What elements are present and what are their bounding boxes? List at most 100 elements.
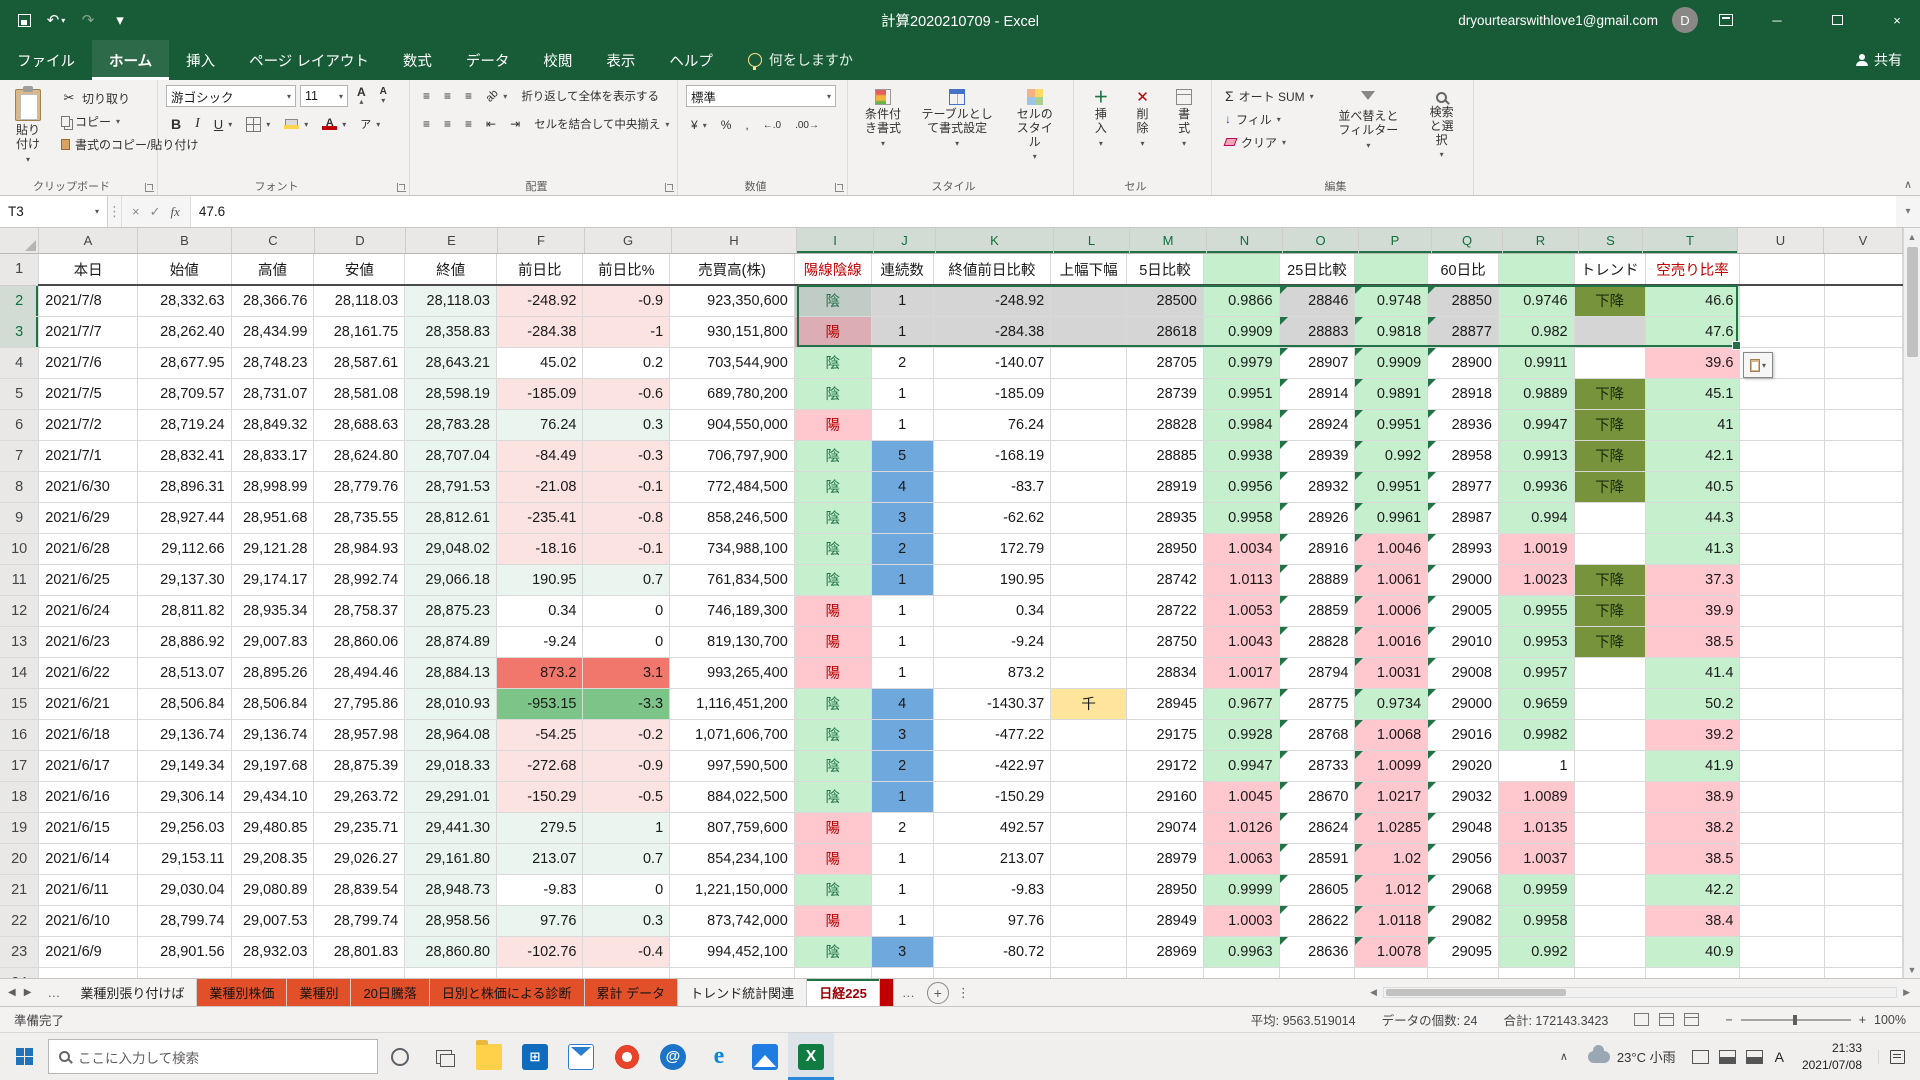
cell-N20[interactable]: 1.0063 [1203, 843, 1279, 874]
cell-L3[interactable] [1051, 316, 1127, 347]
cell-C7[interactable]: 28,833.17 [231, 440, 314, 471]
format-cells-button[interactable]: 書式 ▾ [1165, 85, 1203, 153]
cell-H18[interactable]: 884,022,500 [670, 781, 795, 812]
cell-E18[interactable]: 29,291.01 [405, 781, 497, 812]
cell-T17[interactable]: 41.9 [1645, 750, 1740, 781]
row-header-8[interactable]: 8 [0, 471, 39, 502]
cell-T3[interactable]: 47.6 [1645, 316, 1740, 347]
cell-I15[interactable]: 陰 [794, 688, 871, 719]
cell-M3[interactable]: 28618 [1127, 316, 1204, 347]
cell-I17[interactable]: 陰 [794, 750, 871, 781]
cell-Q11[interactable]: 29000 [1428, 564, 1499, 595]
row-header-22[interactable]: 22 [0, 905, 39, 936]
cell-G9[interactable]: -0.8 [583, 502, 670, 533]
cell-C22[interactable]: 29,007.53 [231, 905, 314, 936]
column-header-T[interactable]: T [1643, 228, 1738, 253]
row-header-13[interactable]: 13 [0, 626, 39, 657]
cell-G10[interactable]: -0.1 [583, 533, 670, 564]
cell-K14[interactable]: 873.2 [933, 657, 1051, 688]
cell-P15[interactable]: 0.9734 [1355, 688, 1428, 719]
cell-R19[interactable]: 1.0135 [1498, 812, 1574, 843]
cell-D4[interactable]: 28,587.61 [314, 347, 405, 378]
cell-C20[interactable]: 29,208.35 [231, 843, 314, 874]
taskbar-search-box[interactable]: ここに入力して検索 [48, 1039, 378, 1074]
cell-B21[interactable]: 29,030.04 [137, 874, 231, 905]
cell-H5[interactable]: 689,780,200 [670, 378, 795, 409]
phonetic-guide-button[interactable]: ア ▾ [355, 113, 385, 135]
cell-N4[interactable]: 0.9979 [1203, 347, 1279, 378]
taskbar-photos-icon[interactable] [742, 1033, 788, 1080]
cell-B12[interactable]: 28,811.82 [137, 595, 231, 626]
cell-H3[interactable]: 930,151,800 [670, 316, 795, 347]
cell-B6[interactable]: 28,719.24 [137, 409, 231, 440]
cell-T18[interactable]: 38.9 [1645, 781, 1740, 812]
row-header-7[interactable]: 7 [0, 440, 39, 471]
cell-B24[interactable] [137, 967, 231, 978]
cell-B8[interactable]: 28,896.31 [137, 471, 231, 502]
row-header-1[interactable]: 1 [0, 254, 39, 285]
cell-C15[interactable]: 28,506.84 [231, 688, 314, 719]
undo-button[interactable]: ↶▾ [42, 5, 70, 35]
cell-R3[interactable]: 0.982 [1498, 316, 1574, 347]
column-header-I[interactable]: I [797, 228, 874, 253]
cell-F11[interactable]: 190.95 [496, 564, 583, 595]
align-right-button[interactable]: ≡ [460, 113, 477, 135]
customize-qat-button[interactable]: ▾ [106, 5, 134, 35]
cell-G6[interactable]: 0.3 [583, 409, 670, 440]
cell-H20[interactable]: 854,234,100 [670, 843, 795, 874]
cell-H21[interactable]: 1,221,150,000 [670, 874, 795, 905]
font-dialog-launcher[interactable] [397, 183, 406, 192]
cell-G22[interactable]: 0.3 [583, 905, 670, 936]
cell-K16[interactable]: -477.22 [933, 719, 1051, 750]
cell-R13[interactable]: 0.9953 [1498, 626, 1574, 657]
cell-G21[interactable]: 0 [583, 874, 670, 905]
notification-center-button[interactable] [1878, 1050, 1916, 1064]
cell-P12[interactable]: 1.0006 [1355, 595, 1428, 626]
cell-S8[interactable]: 下降 [1574, 471, 1645, 502]
cell-Q21[interactable]: 29068 [1428, 874, 1499, 905]
cell-G16[interactable]: -0.2 [583, 719, 670, 750]
cell-R22[interactable]: 0.9958 [1498, 905, 1574, 936]
cell-E7[interactable]: 28,707.04 [405, 440, 497, 471]
cell-T6[interactable]: 41 [1645, 409, 1740, 440]
cell-J15[interactable]: 4 [871, 688, 933, 719]
cell-L18[interactable] [1051, 781, 1127, 812]
cell-B20[interactable]: 29,153.11 [137, 843, 231, 874]
cell-S17[interactable] [1574, 750, 1645, 781]
cell-S10[interactable] [1574, 533, 1645, 564]
cell-Q12[interactable]: 29005 [1428, 595, 1499, 626]
taskbar-at-app-icon[interactable]: @ [650, 1033, 696, 1080]
cell-K7[interactable]: -168.19 [933, 440, 1051, 471]
cell-V8[interactable] [1825, 471, 1903, 502]
cell-B16[interactable]: 29,136.74 [137, 719, 231, 750]
cell-R6[interactable]: 0.9947 [1498, 409, 1574, 440]
cell-J12[interactable]: 1 [871, 595, 933, 626]
cell-F9[interactable]: -235.41 [496, 502, 583, 533]
cell-D10[interactable]: 28,984.93 [314, 533, 405, 564]
column-header-K[interactable]: K [936, 228, 1054, 253]
cell-M16[interactable]: 29175 [1127, 719, 1204, 750]
cell-E20[interactable]: 29,161.80 [405, 843, 497, 874]
cell-N17[interactable]: 0.9947 [1203, 750, 1279, 781]
cell-V5[interactable] [1825, 378, 1903, 409]
cell-O21[interactable]: 28605 [1279, 874, 1355, 905]
cell-D5[interactable]: 28,581.08 [314, 378, 405, 409]
cell-C10[interactable]: 29,121.28 [231, 533, 314, 564]
cell-O4[interactable]: 28907 [1279, 347, 1355, 378]
cell-G13[interactable]: 0 [583, 626, 670, 657]
cell-D16[interactable]: 28,957.98 [314, 719, 405, 750]
row-header-3[interactable]: 3 [0, 316, 39, 347]
cell-L4[interactable] [1051, 347, 1127, 378]
cell-A18[interactable]: 2021/6/16 [39, 781, 138, 812]
cell-U20[interactable] [1740, 843, 1825, 874]
column-header-H[interactable]: H [672, 228, 797, 253]
close-button[interactable]: × [1874, 0, 1920, 40]
cell-J19[interactable]: 2 [871, 812, 933, 843]
cell-M17[interactable]: 29172 [1127, 750, 1204, 781]
cell-I10[interactable]: 陰 [794, 533, 871, 564]
share-button[interactable]: 共有 [1838, 40, 1920, 80]
cell-P22[interactable]: 1.0118 [1355, 905, 1428, 936]
cell-E19[interactable]: 29,441.30 [405, 812, 497, 843]
cell-J3[interactable]: 1 [871, 316, 933, 347]
cell-A7[interactable]: 2021/7/1 [39, 440, 138, 471]
